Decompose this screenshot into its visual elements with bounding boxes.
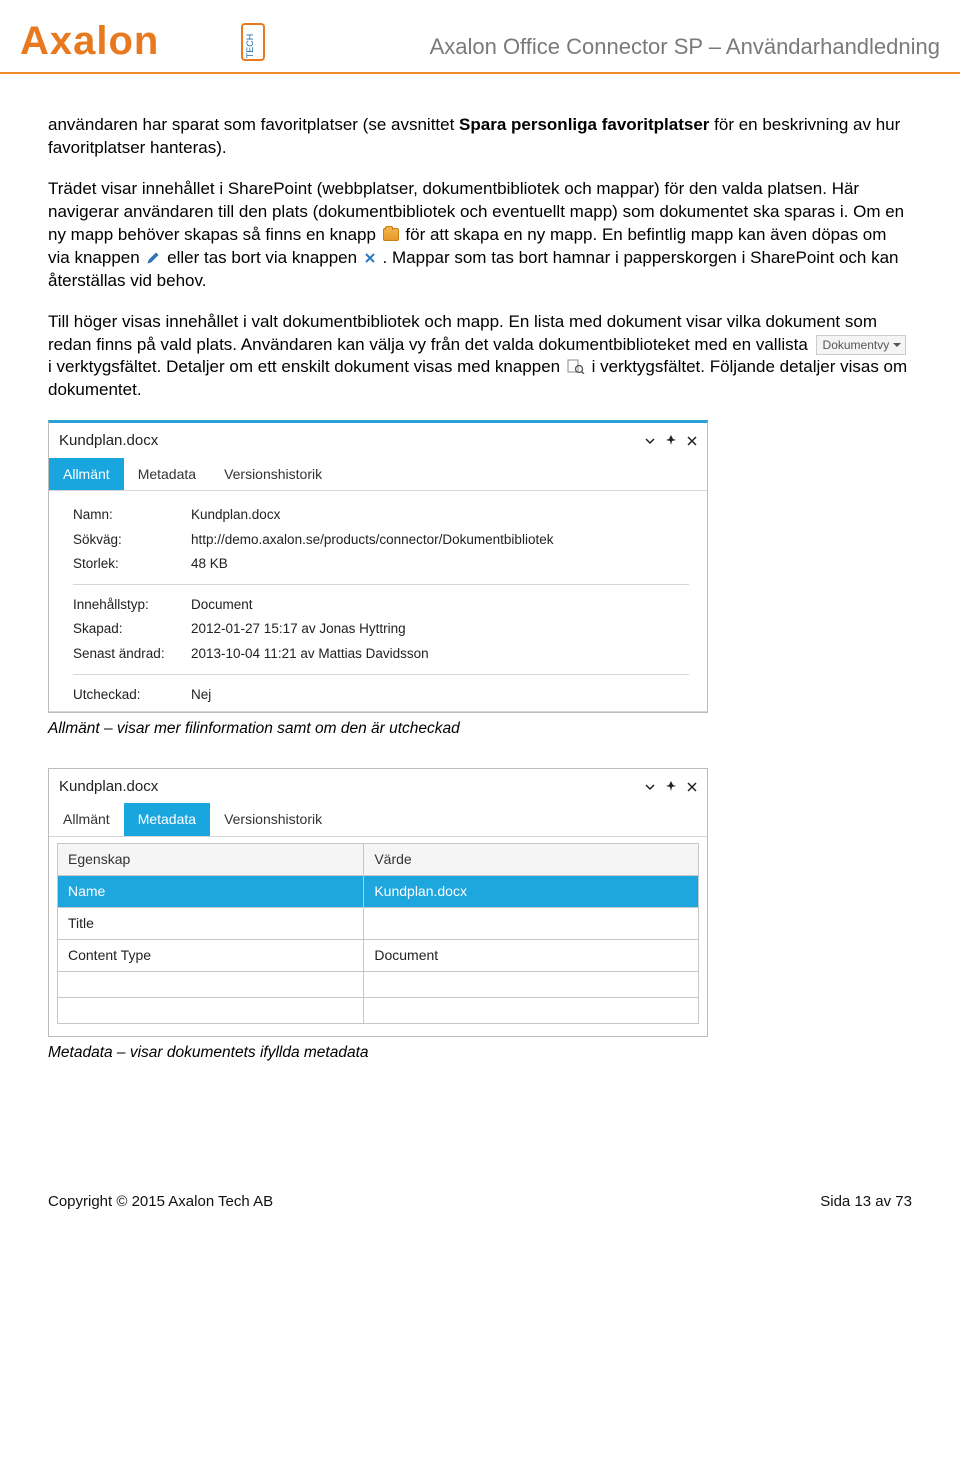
metadata-grid: Egenskap Värde Name Kundplan.docx Title … (57, 843, 699, 1024)
grid-cell: Kundplan.docx (364, 875, 699, 907)
panel-title: Kundplan.docx (59, 431, 158, 451)
pin-icon[interactable] (665, 778, 677, 797)
new-folder-icon (383, 228, 399, 241)
prop-size-label: Storlek: (73, 555, 191, 573)
detail-panel-metadata: Kundplan.docx Allmänt Metadata Versions (48, 768, 708, 1037)
grid-cell: Content Type (58, 939, 364, 971)
axalon-logo-icon: Axalon TECH (20, 18, 270, 66)
panel-titlebar: Kundplan.docx (49, 769, 707, 803)
tab-versionshistorik[interactable]: Versionshistorik (210, 803, 336, 836)
svg-text:TECH: TECH (245, 34, 255, 59)
paragraph-1: användaren har sparat som favoritplatser… (48, 114, 912, 160)
prop-ctype-label: Innehållstyp: (73, 596, 191, 614)
panel-titlebar: Kundplan.docx (49, 423, 707, 457)
prop-created-label: Skapad: (73, 620, 191, 638)
prop-modified-label: Senast ändrad: (73, 645, 191, 663)
properties-block: Namn:Kundplan.docx Sökväg:http://demo.ax… (49, 491, 707, 711)
prop-name-label: Namn: (73, 506, 191, 524)
grid-cell: Name (58, 875, 364, 907)
panel2-caption: Metadata – visar dokumentets ifyllda met… (48, 1043, 912, 1064)
tab-metadata[interactable]: Metadata (124, 803, 210, 836)
chevron-down-icon[interactable] (645, 432, 655, 451)
pin-icon[interactable] (665, 432, 677, 451)
svg-text:Axalon: Axalon (20, 19, 159, 63)
page-header: Axalon TECH Axalon Office Connector SP –… (0, 0, 960, 74)
tab-metadata[interactable]: Metadata (124, 458, 210, 491)
prop-modified-value: 2013-10-04 11:21 av Mattias Davidsson (191, 645, 689, 663)
grid-row-title[interactable]: Title (58, 907, 699, 939)
view-dropdown-chip: Dokumentvy (816, 335, 907, 355)
content: användaren har sparat som favoritplatser… (0, 74, 960, 1102)
grid-cell (364, 907, 699, 939)
prop-path-value: http://demo.axalon.se/products/connector… (191, 531, 689, 549)
page-footer: Copyright © 2015 Axalon Tech AB Sida 13 … (0, 1102, 960, 1212)
prop-ctype-value: Document (191, 596, 689, 614)
footer-page-number: Sida 13 av 73 (820, 1192, 912, 1212)
tab-versionshistorik[interactable]: Versionshistorik (210, 458, 336, 491)
prop-size-value: 48 KB (191, 555, 689, 573)
preview-icon (567, 358, 585, 373)
logo: Axalon TECH (20, 18, 270, 66)
grid-row-contenttype[interactable]: Content Type Document (58, 939, 699, 971)
prop-created-value: 2012-01-27 15:17 av Jonas Hyttring (191, 620, 689, 638)
detail-panel-allmant: Kundplan.docx Allmänt Metadata Versions (48, 420, 708, 713)
p3-text-b: i verktygsfältet. Detaljer om ett enskil… (48, 357, 565, 376)
header-doc-title: Axalon Office Connector SP – Användarhan… (430, 32, 940, 66)
p2-text-c: eller tas bort via knappen (167, 248, 362, 267)
paragraph-3: Till höger visas innehållet i valt dokum… (48, 311, 912, 403)
prop-path-label: Sökväg: (73, 531, 191, 549)
prop-checked-label: Utcheckad: (73, 686, 191, 704)
panel-tabs: Allmänt Metadata Versionshistorik (49, 458, 707, 492)
panel-tabs: Allmänt Metadata Versionshistorik (49, 803, 707, 837)
close-icon[interactable] (687, 432, 697, 451)
prop-name-value: Kundplan.docx (191, 506, 689, 524)
tab-allmant[interactable]: Allmänt (49, 803, 124, 836)
p1-text-b: Spara personliga favoritplatser (459, 115, 709, 134)
chevron-down-icon[interactable] (645, 778, 655, 797)
grid-header-property: Egenskap (58, 844, 364, 876)
panel-title: Kundplan.docx (59, 777, 158, 797)
grid-header-value: Värde (364, 844, 699, 876)
grid-row-name[interactable]: Name Kundplan.docx (58, 875, 699, 907)
paragraph-2: Trädet visar innehållet i SharePoint (we… (48, 178, 912, 293)
close-icon[interactable] (687, 778, 697, 797)
pencil-icon (146, 249, 160, 263)
grid-cell: Title (58, 907, 364, 939)
delete-icon (364, 248, 376, 260)
grid-row-empty (58, 971, 699, 997)
footer-copyright: Copyright © 2015 Axalon Tech AB (48, 1192, 273, 1212)
prop-checked-value: Nej (191, 686, 689, 704)
tab-allmant[interactable]: Allmänt (49, 458, 124, 491)
grid-row-empty (58, 997, 699, 1023)
p1-text-a: användaren har sparat som favoritplatser… (48, 115, 459, 134)
p3-text-a: Till höger visas innehållet i valt dokum… (48, 312, 877, 354)
panel1-caption: Allmänt – visar mer filinformation samt … (48, 719, 912, 740)
grid-cell: Document (364, 939, 699, 971)
